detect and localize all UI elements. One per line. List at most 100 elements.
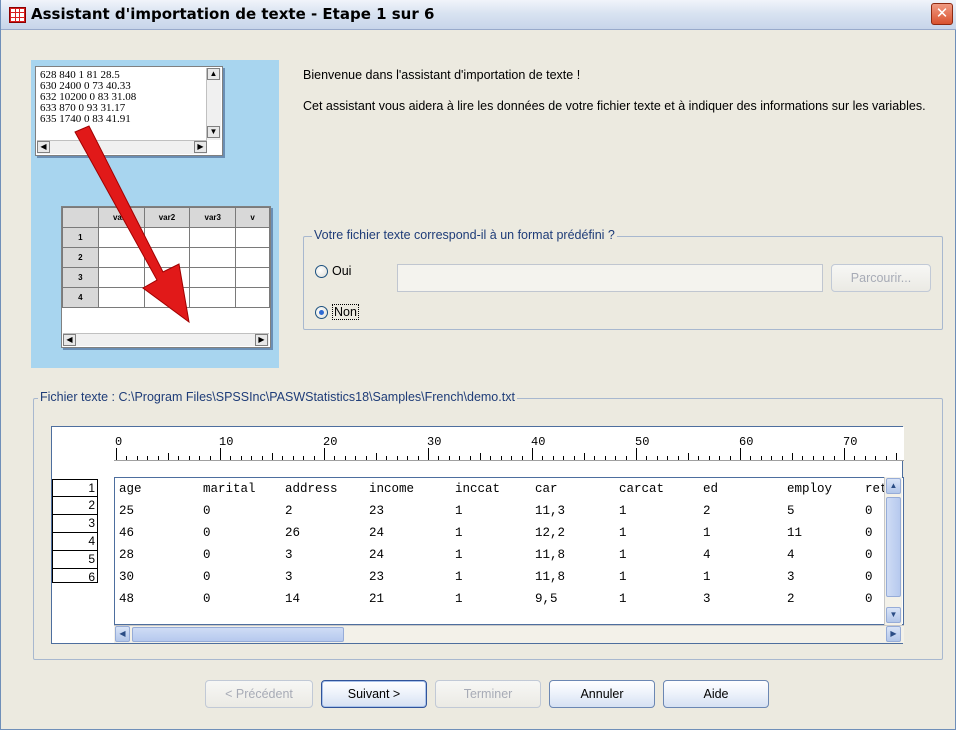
ruler-tick (500, 456, 502, 460)
welcome-text: Bienvenue dans l'assistant d'importation… (303, 66, 943, 128)
radio-non-button[interactable] (315, 305, 328, 319)
ruler-tick (292, 456, 294, 460)
finish-button[interactable]: Terminer (435, 680, 541, 708)
data-cell: 5 (787, 504, 795, 518)
ruler-tick (646, 456, 648, 460)
data-cell: 1 (619, 570, 627, 584)
ruler-label: 40 (531, 435, 546, 449)
radio-non[interactable]: Non (315, 304, 359, 320)
data-cell: 0 (865, 526, 873, 540)
ruler-tick (417, 456, 419, 460)
data-row: 48 0 14 21 1 9,5 1 3 2 0 (119, 590, 903, 608)
data-row: 25 0 2 23 1 11,3 1 2 5 0 (119, 502, 903, 520)
close-icon[interactable]: ✕ (931, 3, 953, 25)
data-cell: 4 (703, 548, 711, 562)
ruler-tick (573, 456, 575, 460)
ruler-tick (729, 456, 731, 460)
ruler-tick (781, 456, 783, 460)
data-row: 30 0 3 23 1 11,8 1 1 3 0 (119, 568, 903, 586)
help-button[interactable]: Aide (663, 680, 769, 708)
ruler-tick (459, 456, 461, 460)
data-cell: 0 (865, 570, 873, 584)
scroll-left-icon[interactable]: ◀ (115, 626, 130, 642)
ruler-tick (324, 448, 325, 460)
browse-button[interactable]: Parcourir... (831, 264, 931, 292)
data-cell: 0 (203, 570, 211, 584)
ruler-tick (750, 456, 752, 460)
ruler-tick (760, 456, 762, 460)
ruler-tick (334, 456, 336, 460)
row-number: 5 (52, 551, 98, 569)
ruler-tick (220, 448, 221, 460)
format-path-input[interactable] (397, 264, 823, 292)
data-cell: age (119, 482, 142, 496)
data-cell: 0 (865, 504, 873, 518)
data-cell: 1 (619, 526, 627, 540)
next-button[interactable]: Suivant > (321, 680, 427, 708)
ruler-tick (376, 453, 377, 460)
title-bar[interactable]: Assistant d'importation de texte - Etape… (1, 0, 956, 30)
ruler-tick (272, 453, 273, 460)
red-arrow-icon (74, 125, 190, 324)
horizontal-scroll-thumb[interactable] (132, 627, 344, 642)
column-ruler[interactable]: 0 10 20 30 40 50 60 70 (114, 427, 904, 461)
ruler-tick (157, 456, 159, 460)
vertical-scroll-thumb[interactable] (886, 497, 901, 597)
vertical-scrollbar[interactable]: ▲ ▼ (884, 477, 902, 625)
import-wizard-window: Assistant d'importation de texte - Etape… (0, 0, 956, 730)
row-number: 2 (52, 497, 98, 515)
data-cell: 24 (369, 526, 385, 540)
wizard-illustration: 628 840 1 81 28.5 630 2400 0 73 40.33 63… (31, 60, 279, 368)
ruler-tick (188, 456, 190, 460)
ruler-tick (230, 456, 232, 460)
data-cell: 0 (203, 548, 211, 562)
scroll-up-icon[interactable]: ▲ (886, 478, 901, 494)
ruler-tick (854, 456, 856, 460)
ruler-tick (719, 456, 721, 460)
ruler-tick (199, 456, 201, 460)
ruler-tick (386, 456, 388, 460)
data-cell: income (369, 482, 415, 496)
row-number: 4 (52, 533, 98, 551)
ruler-tick (688, 453, 689, 460)
ruler-tick (469, 456, 471, 460)
scroll-right-icon[interactable]: ▶ (886, 626, 901, 642)
data-cell: 11,8 (535, 548, 566, 562)
ruler-tick (771, 456, 773, 460)
radio-oui[interactable]: Oui (315, 264, 351, 278)
ruler-label: 30 (427, 435, 442, 449)
data-cell: marital (203, 482, 256, 496)
data-cell: 1 (455, 570, 463, 584)
cancel-button[interactable]: Annuler (549, 680, 655, 708)
data-cell: 1 (703, 570, 711, 584)
ruler-label: 50 (635, 435, 650, 449)
ruler-tick (636, 448, 637, 460)
data-cell: 3 (787, 570, 795, 584)
scroll-down-icon[interactable]: ▼ (886, 607, 901, 623)
data-cell: 0 (203, 526, 211, 540)
ruler-tick (490, 456, 492, 460)
data-cell: 9,5 (535, 592, 558, 606)
data-row: 46 0 26 24 1 12,2 1 1 11 0 (119, 524, 903, 542)
data-grid[interactable]: age marital address income inccat car carcat ed… (114, 477, 904, 625)
data-cell: 46 (119, 526, 135, 540)
data-cell: 1 (455, 504, 463, 518)
ruler-label: 70 (843, 435, 858, 449)
ruler-tick (532, 448, 533, 460)
previous-button[interactable]: < Précédent (205, 680, 313, 708)
horizontal-scrollbar[interactable]: ◀ ▶ (114, 625, 904, 643)
data-cell: 3 (285, 548, 293, 562)
ruler-tick (698, 456, 700, 460)
data-cell: 0 (203, 504, 211, 518)
ruler-tick (584, 453, 585, 460)
data-cell: ed (703, 482, 719, 496)
data-cell: 11,3 (535, 504, 566, 518)
ruler-tick (615, 456, 617, 460)
radio-oui-button[interactable] (315, 264, 328, 278)
ruler-tick (178, 456, 180, 460)
data-cell: 23 (369, 570, 385, 584)
radio-oui-label: Oui (332, 264, 352, 278)
ruler-tick (126, 456, 128, 460)
ruler-tick (625, 456, 627, 460)
data-row: age marital address income inccat car carcat ed… (119, 480, 903, 498)
